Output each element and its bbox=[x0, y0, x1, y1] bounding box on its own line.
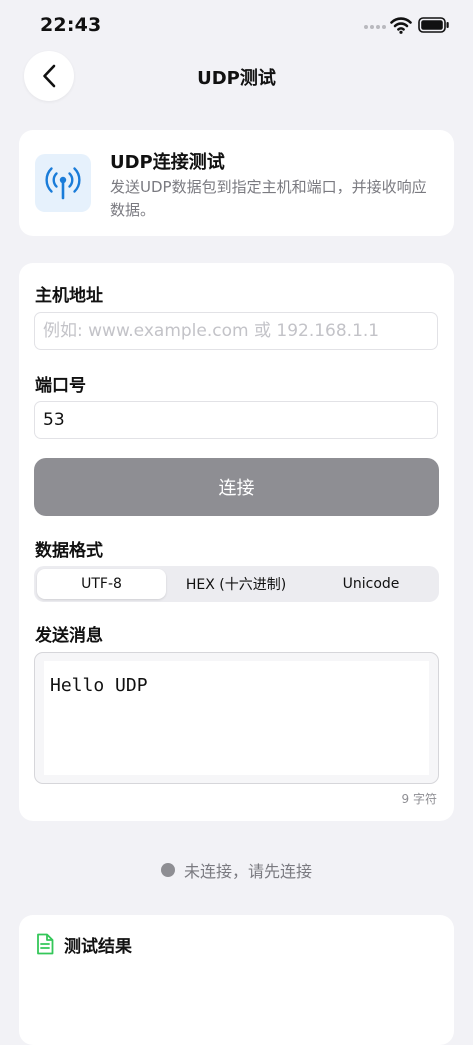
message-label: 发送消息 bbox=[35, 626, 103, 646]
connection-status: 未连接，请先连接 bbox=[0, 858, 473, 882]
form-card: 主机地址 端口号 连接 数据格式 UTF-8 HEX (十六进制) Unicod… bbox=[19, 263, 454, 821]
format-option-unicode[interactable]: Unicode bbox=[306, 569, 436, 599]
status-dot bbox=[160, 863, 175, 877]
connect-button[interactable]: 连接 bbox=[34, 458, 439, 516]
document-icon bbox=[37, 933, 54, 955]
message-box: Hello UDP bbox=[34, 652, 439, 784]
antenna-tile bbox=[35, 154, 91, 212]
status-bar: 22:43 bbox=[0, 0, 473, 50]
host-input[interactable] bbox=[34, 312, 438, 350]
cellular-signal-icon bbox=[364, 25, 386, 29]
format-option-hex[interactable]: HEX (十六进制) bbox=[170, 569, 302, 599]
port-label: 端口号 bbox=[35, 376, 86, 396]
port-input[interactable] bbox=[34, 401, 438, 439]
page-title: UDP测试 bbox=[197, 68, 276, 89]
format-option-utf8[interactable]: UTF-8 bbox=[37, 569, 166, 599]
format-segmented-control: UTF-8 HEX (十六进制) Unicode bbox=[34, 566, 439, 602]
intro-description: 发送UDP数据包到指定主机和端口，并接收响应数据。 bbox=[110, 178, 427, 219]
host-label: 主机地址 bbox=[35, 286, 103, 306]
message-textarea[interactable]: Hello UDP bbox=[44, 661, 429, 775]
intro-title: UDP连接测试 bbox=[110, 152, 225, 173]
wifi-icon bbox=[390, 17, 412, 34]
format-label: 数据格式 bbox=[35, 541, 103, 561]
battery-icon bbox=[418, 17, 449, 33]
intro-card: UDP连接测试 发送UDP数据包到指定主机和端口，并接收响应数据。 bbox=[19, 130, 454, 236]
connection-status-text: 未连接，请先连接 bbox=[183, 862, 312, 881]
status-time: 22:43 bbox=[40, 14, 102, 36]
result-title: 测试结果 bbox=[64, 937, 132, 957]
result-card: 测试结果 bbox=[19, 915, 454, 1045]
antenna-icon bbox=[45, 167, 81, 200]
char-count: 9 字符 bbox=[401, 792, 437, 806]
